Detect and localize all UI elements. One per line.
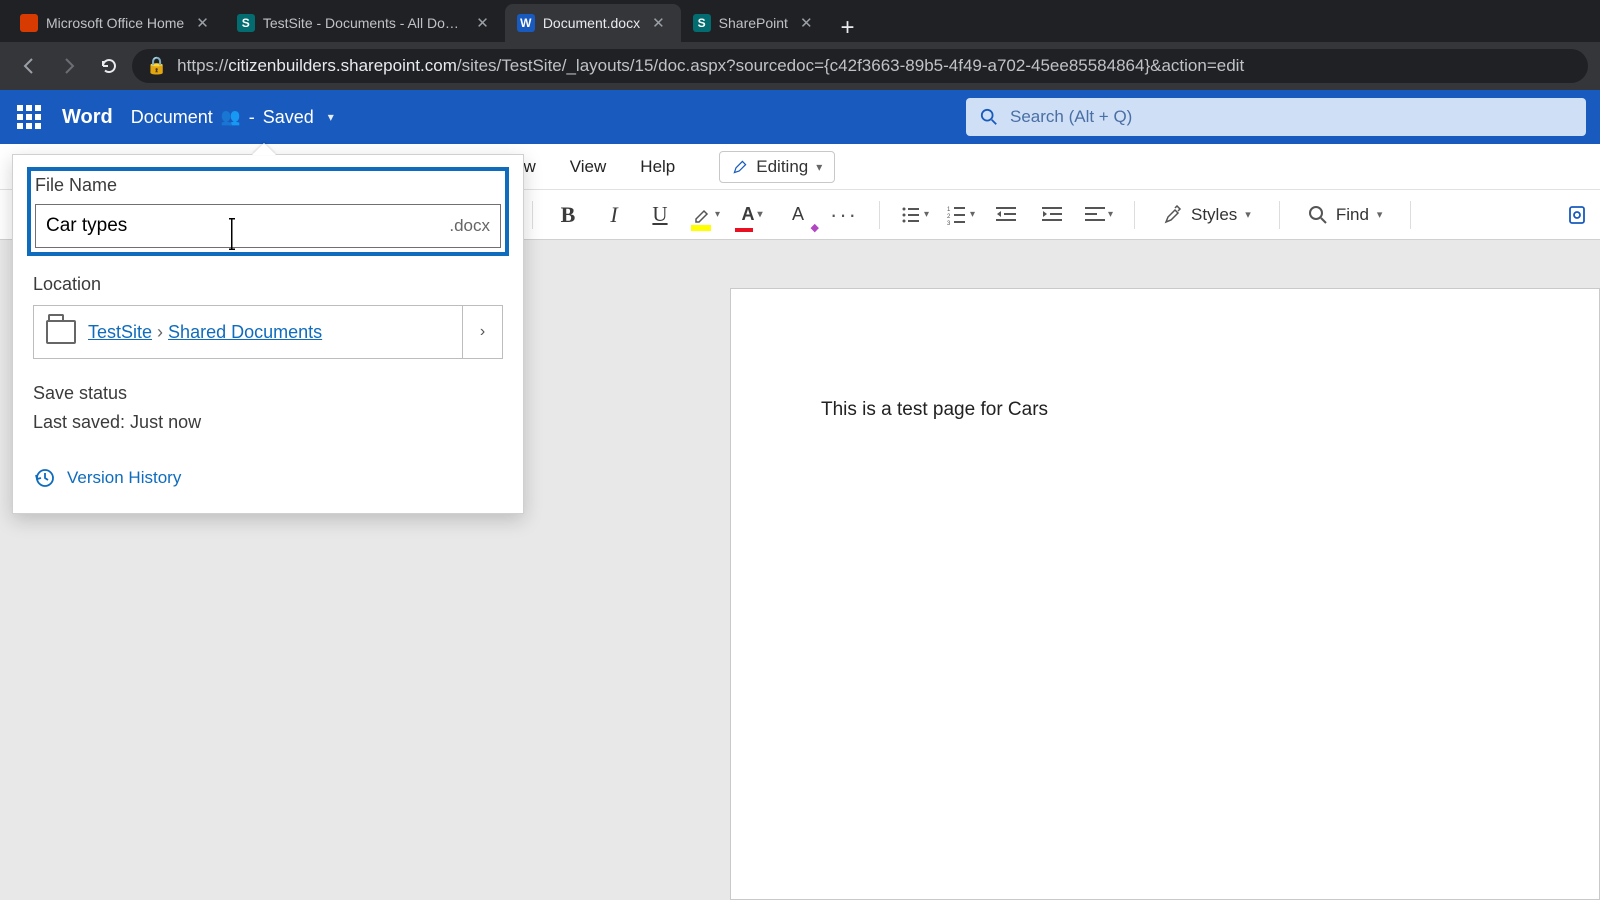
bulleted-list-button[interactable]	[898, 198, 932, 232]
document-title: Document	[131, 107, 213, 128]
location-label: Location	[33, 274, 503, 295]
separator	[879, 201, 880, 229]
reload-button[interactable]	[92, 49, 126, 83]
browser-tab[interactable]: S TestSite - Documents - All Docum ✕	[225, 4, 505, 42]
separator	[1279, 201, 1280, 229]
increase-indent-button[interactable]	[1036, 198, 1070, 232]
close-icon[interactable]: ✕	[796, 14, 817, 32]
file-rename-callout: File Name .docx Location TestSite › Shar…	[12, 154, 524, 514]
tab-title: Microsoft Office Home	[46, 15, 184, 31]
people-icon: 👥	[221, 107, 241, 127]
svg-text:3: 3	[947, 221, 951, 225]
save-status-value: Last saved: Just now	[33, 412, 503, 433]
editing-mode-dropdown[interactable]: Editing ▾	[719, 151, 835, 183]
file-name-field-wrapper: .docx	[35, 204, 501, 248]
text-cursor-icon	[229, 218, 235, 250]
file-name-section: File Name .docx	[27, 167, 509, 256]
app-launcher-icon[interactable]	[14, 102, 44, 132]
close-icon[interactable]: ✕	[648, 14, 669, 32]
app-name: Word	[62, 106, 113, 129]
styles-dropdown[interactable]: Styles ▾	[1153, 205, 1261, 225]
url-text: https://citizenbuilders.sharepoint.com/s…	[177, 56, 1244, 76]
sharepoint-favicon: S	[237, 14, 255, 32]
highlight-color-button[interactable]	[689, 198, 723, 232]
version-history-button[interactable]: Version History	[33, 467, 503, 489]
dictate-button[interactable]	[1560, 198, 1594, 232]
browser-tab-active[interactable]: W Document.docx ✕	[505, 4, 681, 42]
svg-text:1: 1	[947, 207, 951, 213]
tab-title: SharePoint	[719, 15, 788, 31]
pen-icon	[732, 159, 748, 175]
location-breadcrumb[interactable]: TestSite › Shared Documents	[33, 305, 463, 359]
url-field[interactable]: 🔒 https://citizenbuilders.sharepoint.com…	[132, 49, 1588, 83]
tab-title: Document.docx	[543, 15, 640, 31]
styles-label: Styles	[1191, 205, 1237, 225]
version-history-label: Version History	[67, 468, 181, 488]
word-favicon: W	[517, 14, 535, 32]
save-state: Saved	[263, 107, 314, 128]
location-row: TestSite › Shared Documents ›	[33, 305, 503, 359]
breadcrumb-site-link[interactable]: TestSite	[88, 322, 152, 342]
numbered-list-button[interactable]: 123	[944, 198, 978, 232]
tab-view[interactable]: View	[570, 157, 607, 177]
search-icon	[1308, 205, 1328, 225]
address-bar: 🔒 https://citizenbuilders.sharepoint.com…	[0, 42, 1600, 90]
find-dropdown[interactable]: Find ▾	[1298, 205, 1393, 225]
tab-title: TestSite - Documents - All Docum	[263, 15, 464, 31]
document-page[interactable]: This is a test page for Cars	[730, 288, 1600, 900]
close-icon[interactable]: ✕	[192, 14, 213, 32]
clear-formatting-button[interactable]: A◆	[781, 198, 815, 232]
back-button[interactable]	[12, 49, 46, 83]
document-title-dropdown[interactable]: Document 👥 - Saved ▾	[131, 107, 334, 128]
browser-tab[interactable]: Microsoft Office Home ✕	[8, 4, 225, 42]
chevron-down-icon: ▾	[322, 110, 334, 124]
file-name-input[interactable]	[46, 215, 449, 237]
browser-tab[interactable]: S SharePoint ✕	[681, 4, 829, 42]
office-favicon	[20, 14, 38, 32]
align-button[interactable]	[1082, 198, 1116, 232]
save-status-label: Save status	[33, 383, 503, 404]
search-input[interactable]: Search (Alt + Q)	[966, 98, 1586, 136]
editing-label: Editing	[756, 157, 808, 177]
lock-icon: 🔒	[146, 56, 167, 76]
forward-button[interactable]	[52, 49, 86, 83]
app-bar: Word Document 👥 - Saved ▾ Search (Alt + …	[0, 90, 1600, 144]
history-icon	[33, 467, 55, 489]
styles-icon	[1163, 205, 1183, 225]
chevron-down-icon: ▾	[816, 160, 822, 174]
new-tab-button[interactable]: +	[829, 14, 867, 42]
breadcrumb-text: TestSite › Shared Documents	[88, 322, 322, 343]
chevron-right-icon: ›	[157, 322, 168, 342]
breadcrumb-library-link[interactable]: Shared Documents	[168, 322, 322, 342]
close-icon[interactable]: ✕	[472, 14, 493, 32]
underline-button[interactable]: U	[643, 198, 677, 232]
decrease-indent-button[interactable]	[990, 198, 1024, 232]
search-icon	[980, 108, 998, 126]
svg-text:2: 2	[947, 214, 951, 220]
chevron-down-icon: ▾	[1245, 208, 1251, 221]
separator	[532, 201, 533, 229]
find-label: Find	[1336, 205, 1369, 225]
callout-arrow	[252, 143, 276, 155]
sharepoint-favicon: S	[693, 14, 711, 32]
font-color-button[interactable]: A	[735, 198, 769, 232]
location-expand-button[interactable]: ›	[463, 305, 503, 359]
browser-tab-strip: Microsoft Office Home ✕ S TestSite - Doc…	[0, 0, 1600, 42]
folder-icon	[46, 320, 76, 344]
separator	[1410, 201, 1411, 229]
italic-button[interactable]: I	[597, 198, 631, 232]
more-options-button[interactable]: ···	[827, 198, 861, 232]
dash: -	[249, 107, 255, 128]
document-body-text: This is a test page for Cars	[821, 399, 1048, 420]
file-name-label: File Name	[35, 175, 501, 196]
separator	[1134, 201, 1135, 229]
bold-button[interactable]: B	[551, 198, 585, 232]
tab-help[interactable]: Help	[640, 157, 675, 177]
file-extension: .docx	[449, 216, 490, 236]
search-placeholder: Search (Alt + Q)	[1010, 107, 1132, 127]
chevron-down-icon: ▾	[1377, 208, 1383, 221]
